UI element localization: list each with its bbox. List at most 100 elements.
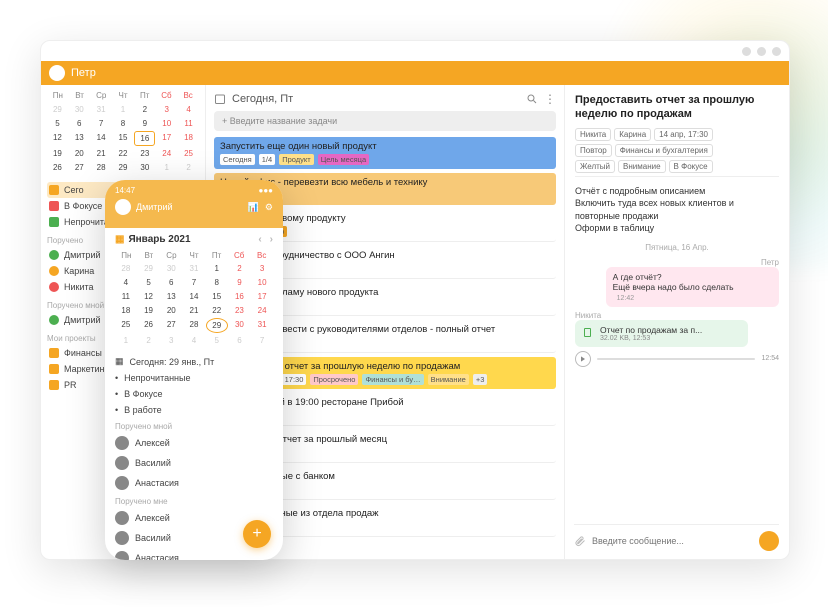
calendar-day[interactable]: 27 bbox=[69, 161, 90, 174]
mobile-person[interactable]: Анастасия bbox=[115, 548, 273, 560]
calendar-day[interactable]: 17 bbox=[156, 131, 177, 146]
gear-icon[interactable]: ⚙ bbox=[265, 202, 273, 213]
calendar-day[interactable]: 14 bbox=[91, 131, 112, 146]
next-month-icon[interactable]: › bbox=[270, 234, 273, 245]
calendar-day[interactable]: 10 bbox=[156, 117, 177, 130]
detail-pill[interactable]: Никита bbox=[575, 128, 611, 141]
calendar-day[interactable]: 15 bbox=[206, 290, 228, 303]
calendar-day[interactable]: 23 bbox=[134, 147, 155, 160]
calendar-day[interactable]: 12 bbox=[138, 290, 160, 303]
calendar-day[interactable]: 7 bbox=[251, 334, 273, 347]
calendar-day[interactable]: 29 bbox=[206, 318, 228, 333]
calendar-day[interactable]: 15 bbox=[113, 131, 134, 146]
calendar-day[interactable]: 16 bbox=[229, 290, 251, 303]
avatar[interactable] bbox=[115, 199, 131, 215]
calendar-day[interactable]: 29 bbox=[47, 103, 68, 116]
calendar-day[interactable]: 6 bbox=[69, 117, 90, 130]
calendar-day[interactable]: 7 bbox=[91, 117, 112, 130]
calendar-day[interactable]: 29 bbox=[138, 262, 160, 275]
voice-progress[interactable] bbox=[597, 358, 755, 360]
calendar-day[interactable]: 2 bbox=[178, 161, 199, 174]
calendar-day[interactable]: 29 bbox=[113, 161, 134, 174]
message-input[interactable] bbox=[592, 536, 753, 546]
mobile-nav-item[interactable]: •Непрочитанные bbox=[115, 370, 273, 386]
calendar-day[interactable]: 22 bbox=[113, 147, 134, 160]
calendar-day[interactable]: 24 bbox=[156, 147, 177, 160]
calendar-day[interactable]: 5 bbox=[47, 117, 68, 130]
avatar[interactable] bbox=[49, 65, 65, 81]
send-button[interactable] bbox=[759, 531, 779, 551]
chat-bubble[interactable]: А где отчёт? Ещё вчера надо было сделать… bbox=[606, 267, 779, 307]
calendar-day[interactable]: 1 bbox=[206, 262, 228, 275]
calendar-day[interactable]: 3 bbox=[160, 334, 182, 347]
attach-icon[interactable] bbox=[574, 535, 586, 547]
calendar-day[interactable]: 31 bbox=[183, 262, 205, 275]
calendar-day[interactable]: 25 bbox=[115, 318, 137, 333]
calendar-day[interactable]: 2 bbox=[134, 103, 155, 116]
calendar-day[interactable]: 18 bbox=[115, 304, 137, 317]
calendar-day[interactable]: 6 bbox=[160, 276, 182, 289]
new-task-input[interactable]: + Введите название задачи bbox=[214, 111, 556, 131]
calendar-day[interactable]: 4 bbox=[183, 334, 205, 347]
detail-pill[interactable]: Карина bbox=[614, 128, 651, 141]
prev-month-icon[interactable]: ‹ bbox=[258, 234, 261, 245]
calendar-day[interactable]: 1 bbox=[156, 161, 177, 174]
calendar-day[interactable]: 2 bbox=[229, 262, 251, 275]
calendar-day[interactable]: 19 bbox=[47, 147, 68, 160]
mobile-person[interactable]: Василий bbox=[115, 453, 273, 473]
calendar-day[interactable]: 23 bbox=[229, 304, 251, 317]
calendar-grid[interactable]: 2829303112345678910111213141516171819202… bbox=[105, 260, 283, 349]
mobile-person[interactable]: Алексей bbox=[115, 433, 273, 453]
calendar-day[interactable]: 30 bbox=[229, 318, 251, 333]
calendar-day[interactable]: 21 bbox=[183, 304, 205, 317]
calendar-day[interactable]: 4 bbox=[115, 276, 137, 289]
chat-attachment[interactable]: Отчет по продажам за п... 32.02 KB, 12:5… bbox=[575, 320, 748, 347]
calendar-day[interactable]: 20 bbox=[160, 304, 182, 317]
calendar-day[interactable]: 26 bbox=[47, 161, 68, 174]
mobile-nav-item[interactable]: •В работе bbox=[115, 402, 273, 418]
calendar-day[interactable]: 6 bbox=[229, 334, 251, 347]
month-selector[interactable]: ▦ Январь 2021 ‹ › bbox=[105, 228, 283, 251]
calendar-day[interactable]: 9 bbox=[134, 117, 155, 130]
calendar-day[interactable]: 3 bbox=[156, 103, 177, 116]
task-row[interactable]: Запустить еще один новый продуктСегодня1… bbox=[214, 137, 556, 169]
detail-pill[interactable]: 14 апр, 17:30 bbox=[654, 128, 713, 141]
calendar-grid[interactable]: 2930311234567891011121314151617181920212… bbox=[47, 103, 199, 174]
calendar-day[interactable]: 3 bbox=[251, 262, 273, 275]
calendar-day[interactable]: 24 bbox=[251, 304, 273, 317]
calendar-day[interactable]: 31 bbox=[91, 103, 112, 116]
calendar-day[interactable]: 1 bbox=[115, 334, 137, 347]
calendar-day[interactable]: 8 bbox=[113, 117, 134, 130]
calendar-day[interactable]: 18 bbox=[178, 131, 199, 146]
calendar-day[interactable]: 26 bbox=[138, 318, 160, 333]
chart-icon[interactable]: 📊 bbox=[248, 202, 259, 213]
mobile-nav-item[interactable]: •В Фокусе bbox=[115, 386, 273, 402]
calendar-day[interactable]: 17 bbox=[251, 290, 273, 303]
calendar-day[interactable]: 31 bbox=[251, 318, 273, 333]
calendar-day[interactable]: 25 bbox=[178, 147, 199, 160]
search-icon[interactable] bbox=[526, 93, 538, 105]
calendar-day[interactable]: 5 bbox=[206, 334, 228, 347]
calendar-day[interactable]: 30 bbox=[160, 262, 182, 275]
detail-pill[interactable]: Внимание bbox=[618, 160, 666, 173]
mobile-person[interactable]: Анастасия bbox=[115, 473, 273, 493]
minimize-icon[interactable] bbox=[742, 47, 751, 56]
calendar-day[interactable]: 30 bbox=[69, 103, 90, 116]
calendar-day[interactable]: 1 bbox=[113, 103, 134, 116]
calendar-day[interactable]: 28 bbox=[91, 161, 112, 174]
calendar-day[interactable]: 5 bbox=[138, 276, 160, 289]
calendar-day[interactable]: 19 bbox=[138, 304, 160, 317]
calendar-day[interactable]: 11 bbox=[115, 290, 137, 303]
calendar-day[interactable]: 27 bbox=[160, 318, 182, 333]
calendar-day[interactable]: 13 bbox=[69, 131, 90, 146]
calendar-day[interactable]: 28 bbox=[115, 262, 137, 275]
calendar-day[interactable]: 22 bbox=[206, 304, 228, 317]
calendar-day[interactable]: 8 bbox=[206, 276, 228, 289]
detail-pill[interactable]: Желтый bbox=[575, 160, 615, 173]
calendar-day[interactable]: 20 bbox=[69, 147, 90, 160]
today-label[interactable]: ▦ Сегодня: 29 янв., Пт bbox=[115, 353, 273, 370]
more-icon[interactable]: ⋮ bbox=[544, 93, 556, 105]
detail-pill[interactable]: В Фокусе bbox=[669, 160, 713, 173]
calendar-day[interactable]: 14 bbox=[183, 290, 205, 303]
close-icon[interactable] bbox=[772, 47, 781, 56]
